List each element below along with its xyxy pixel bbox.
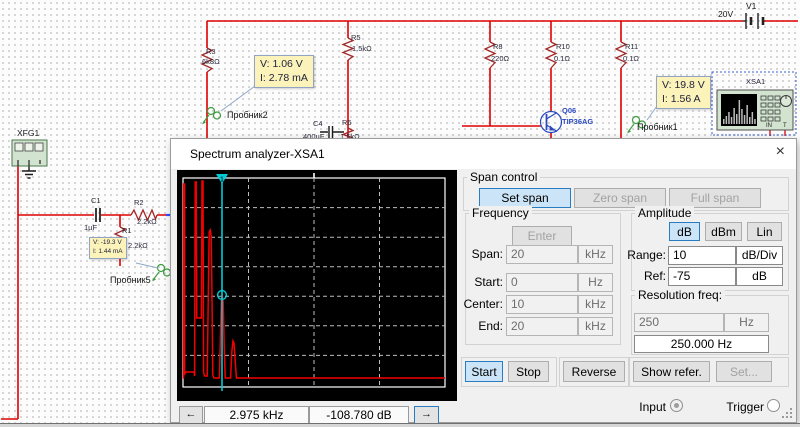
r10-ref[interactable]: R10 [556,42,570,51]
terminal-in-label: IN [766,123,772,129]
probe2-voltage: V: 1.06 V [260,58,308,72]
ref-input[interactable]: -75 [668,267,736,286]
marker-left-button[interactable]: ← [179,406,203,424]
transistor-q06[interactable] [541,112,562,133]
r8-value[interactable]: 220Ω [491,54,509,63]
center-label: Center: [455,295,503,314]
probe1-current: I: 1.56 A [662,93,705,107]
c1-ref[interactable]: C1 [91,196,101,205]
v1-value[interactable]: 20V [718,9,733,19]
dbm-button[interactable]: dBm [705,222,742,241]
probe5-label[interactable]: Пробник5 [110,275,151,285]
r3-ref[interactable]: R3 [206,47,216,56]
end-input[interactable]: 20 [506,317,578,336]
r10-value[interactable]: 0.1Ω [554,54,570,63]
resolution-unit: Hz [724,313,769,332]
full-span-button[interactable]: Full span [669,188,761,208]
set-span-button[interactable]: Set span [479,188,571,208]
v1-ref[interactable]: V1 [746,1,756,11]
db-button[interactable]: dB [669,222,700,241]
close-icon[interactable]: × [776,144,785,160]
q6-value[interactable]: TIP36AG [562,117,593,126]
span-label: Span: [455,245,503,264]
resolution-group-label: Resolution freq: [635,288,725,302]
amplitude-group-label: Amplitude [635,206,694,220]
lin-button[interactable]: Lin [747,222,782,241]
xfg1-label[interactable]: XFG1 [17,128,39,138]
input-label: Input [626,400,666,414]
terminal-t-label: T [783,123,787,129]
probe2-tooltip: V: 1.06 V I: 2.78 mA [254,55,314,88]
range-unit: dB/Div [736,246,783,265]
r5-value[interactable]: 1.5kΩ [352,44,372,53]
trigger-label: Trigger [719,400,764,414]
probe1-tooltip: V: 19.8 V I: 1.56 A [656,76,711,109]
marker-number: 1 [220,177,224,184]
span-unit: kHz [578,245,613,264]
span-control-label: Span control [467,170,540,184]
r8-ref[interactable]: R8 [493,42,503,51]
enter-button[interactable]: Enter [512,226,572,246]
center-unit: kHz [578,295,613,314]
ref-unit: dB [736,267,783,286]
range-input[interactable]: 10 [668,246,736,265]
start-label: Start: [455,273,503,292]
resolution-input[interactable]: 250 [634,313,724,332]
ref-label: Ref: [621,267,666,286]
probe5-current: I: 1.44 mA [93,248,123,257]
r11-value[interactable]: 0.1Ω [623,54,639,63]
spectrum-plot[interactable]: 1 [177,170,457,401]
marker-1[interactable]: 1 [216,174,228,391]
window-title: Spectrum analyzer-XSA1 [190,147,325,161]
set-button[interactable]: Set... [716,361,772,382]
probe2-label[interactable]: Пробник2 [227,110,268,120]
end-unit: kHz [578,317,613,336]
xsa1-label[interactable]: XSA1 [746,77,765,86]
marker-amplitude-readout: -108.780 dB [309,406,409,424]
q6-ref[interactable]: Q06 [562,106,576,115]
input-radio[interactable] [670,399,683,412]
c1-value[interactable]: 1µF [84,223,97,232]
resize-grip[interactable] [782,408,793,419]
capacitor-c1[interactable] [96,208,100,222]
probe1-label[interactable]: Пробник1 [637,122,678,132]
r1-value[interactable]: 2.2kΩ [128,241,148,250]
probe5-voltage: V: -19.3 V [93,239,123,248]
center-input[interactable]: 10 [506,295,578,314]
probe1-voltage: V: 19.8 V [662,79,705,93]
start-input[interactable]: 0 [506,273,578,292]
r6-ref[interactable]: R6 [342,118,352,127]
window-titlebar[interactable]: Spectrum analyzer-XSA1 × [171,139,796,169]
r11-ref[interactable]: R11 [625,42,638,51]
span-input[interactable]: 20 [506,245,578,264]
trigger-radio[interactable] [767,399,780,412]
c4-ref[interactable]: C4 [313,119,323,128]
start-unit: Hz [578,273,613,292]
frequency-group-label: Frequency [469,206,532,220]
resolution-display: 250.000 Hz [634,335,769,353]
reverse-button[interactable]: Reverse [563,361,625,382]
probe5-tooltip: V: -19.3 V I: 1.44 mA [89,237,127,259]
start-button[interactable]: Start [465,361,503,382]
zero-span-button[interactable]: Zero span [574,188,666,208]
marker-frequency-readout: 2.975 kHz [204,406,309,424]
battery-v1[interactable] [743,13,763,29]
r2-value[interactable]: 2.2kΩ [137,217,157,226]
multisim-workspace: IN T XFG1 V1 20V R3 6k8Ω [0,0,800,427]
r5-ref[interactable]: R5 [351,33,361,42]
spectrum-analyzer-window: Spectrum analyzer-XSA1 × 1 [170,138,797,423]
window-edge [0,423,800,427]
end-label: End: [455,317,503,336]
show-refer-button[interactable]: Show refer. [633,361,710,382]
r2-ref[interactable]: R2 [134,198,144,207]
probe2-current: I: 2.78 mA [260,72,308,86]
probe2-icon[interactable] [202,108,221,125]
r1-ref[interactable]: R1 [122,226,132,235]
stop-button[interactable]: Stop [508,361,549,382]
marker-right-button[interactable]: → [414,406,439,424]
r3-value[interactable]: 6k8Ω [202,57,220,66]
function-generator-icon[interactable] [12,140,47,166]
ground-symbol[interactable] [22,166,36,178]
range-label: Range: [621,246,666,265]
